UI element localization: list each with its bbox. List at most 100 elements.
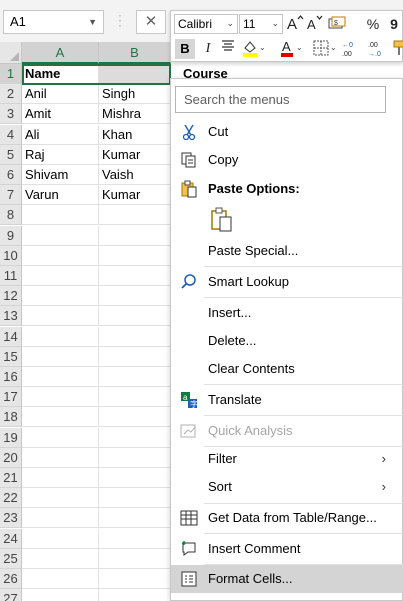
- menu-item-insert-comment[interactable]: Insert Comment: [171, 535, 403, 563]
- row-header-27[interactable]: 27: [0, 589, 22, 601]
- cell-b10[interactable]: [99, 245, 171, 266]
- row-header-25[interactable]: 25: [0, 548, 22, 569]
- cell-a20[interactable]: [22, 447, 99, 468]
- row-header-18[interactable]: 18: [0, 407, 22, 428]
- row-header-22[interactable]: 22: [0, 488, 22, 509]
- row-header-4[interactable]: 4: [0, 124, 22, 145]
- menu-item-format-cells[interactable]: Format Cells...: [171, 565, 403, 593]
- align-center-icon[interactable]: [219, 38, 237, 60]
- row-header-10[interactable]: 10: [0, 245, 22, 266]
- cell-b1[interactable]: [99, 64, 171, 84]
- menu-item-paste-special[interactable]: Paste Special...: [171, 237, 403, 265]
- cell-b4[interactable]: Khan: [99, 124, 171, 145]
- menu-item-smart-lookup[interactable]: Smart Lookup: [171, 268, 403, 296]
- menu-item-clear-contents[interactable]: Clear Contents: [171, 355, 403, 383]
- cell-a22[interactable]: [22, 488, 99, 509]
- font-size-box[interactable]: 11 ⌄: [239, 14, 283, 34]
- row-header-13[interactable]: 13: [0, 306, 22, 327]
- bold-button[interactable]: B: [175, 39, 195, 59]
- cell-a14[interactable]: [22, 326, 99, 347]
- format-painter-icon[interactable]: [393, 38, 403, 60]
- cell-a19[interactable]: [22, 427, 99, 448]
- cell-a1[interactable]: Name: [22, 64, 99, 84]
- cell-b18[interactable]: [99, 407, 171, 428]
- row-header-19[interactable]: 19: [0, 427, 22, 448]
- cell-b23[interactable]: [99, 508, 171, 529]
- menu-item-cut[interactable]: Cut: [171, 118, 403, 146]
- row-header-16[interactable]: 16: [0, 367, 22, 387]
- cell-b7[interactable]: Kumar: [99, 185, 171, 206]
- increase-decimal-icon[interactable]: ←0.00: [341, 38, 367, 60]
- cell-a23[interactable]: [22, 508, 99, 529]
- row-header-1[interactable]: 1: [0, 64, 22, 84]
- decrease-font-size-icon[interactable]: A: [306, 13, 324, 35]
- cell-b25[interactable]: [99, 548, 171, 569]
- row-header-8[interactable]: 8: [0, 205, 22, 226]
- comma-style-button[interactable]: 9: [387, 13, 401, 35]
- column-header-b[interactable]: B: [99, 42, 171, 64]
- percent-style-button[interactable]: %: [366, 13, 380, 35]
- cell-b17[interactable]: [99, 387, 171, 408]
- row-header-2[interactable]: 2: [0, 84, 22, 105]
- cell-b13[interactable]: [99, 306, 171, 327]
- cell-a15[interactable]: [22, 346, 99, 367]
- row-header-14[interactable]: 14: [0, 326, 22, 347]
- row-header-3[interactable]: 3: [0, 104, 22, 125]
- cell-a9[interactable]: [22, 225, 99, 246]
- menu-item-insert[interactable]: Insert...: [171, 299, 403, 327]
- number-format-icon[interactable]: $: [327, 13, 349, 35]
- paste-clipboard-icon[interactable]: [211, 207, 233, 233]
- row-header-21[interactable]: 21: [0, 468, 22, 488]
- cell-a18[interactable]: [22, 407, 99, 428]
- column-header-a[interactable]: A: [22, 42, 99, 64]
- cell-a27[interactable]: [22, 589, 99, 601]
- row-header-7[interactable]: 7: [0, 185, 22, 206]
- cell-a6[interactable]: Shivam: [22, 165, 99, 185]
- font-name-box[interactable]: Calibri ⌄: [174, 14, 238, 34]
- row-header-12[interactable]: 12: [0, 286, 22, 307]
- cell-a8[interactable]: [22, 205, 99, 226]
- cell-b16[interactable]: [99, 367, 171, 387]
- borders-icon[interactable]: ⌄: [312, 38, 338, 60]
- fill-color-icon[interactable]: ⌄: [241, 38, 267, 60]
- cell-b21[interactable]: [99, 468, 171, 488]
- cell-b19[interactable]: [99, 427, 171, 448]
- menu-item-translate[interactable]: a字 Translate: [171, 386, 403, 414]
- cell-a3[interactable]: Amit: [22, 104, 99, 125]
- cancel-button[interactable]: ✕: [136, 10, 166, 34]
- menu-item-filter[interactable]: Filter ›: [171, 445, 403, 473]
- chevron-down-icon[interactable]: ▼: [88, 17, 97, 27]
- cell-a5[interactable]: Raj: [22, 144, 99, 165]
- cell-a12[interactable]: [22, 286, 99, 307]
- row-header-11[interactable]: 11: [0, 266, 22, 286]
- select-all-button[interactable]: [0, 42, 22, 64]
- cell-b6[interactable]: Vaish: [99, 165, 171, 185]
- cell-a2[interactable]: Anil: [22, 84, 99, 105]
- cell-a16[interactable]: [22, 367, 99, 387]
- row-header-26[interactable]: 26: [0, 569, 22, 589]
- menu-search-input[interactable]: Search the menus: [175, 86, 386, 113]
- row-header-17[interactable]: 17: [0, 387, 22, 408]
- cell-b8[interactable]: [99, 205, 171, 226]
- menu-item-get-data[interactable]: Get Data from Table/Range...: [171, 504, 403, 532]
- cell-b2[interactable]: Singh: [99, 84, 171, 105]
- cell-a10[interactable]: [22, 245, 99, 266]
- decrease-decimal-icon[interactable]: .00 →.0: [367, 38, 393, 60]
- row-header-6[interactable]: 6: [0, 165, 22, 185]
- drag-handle-icon[interactable]: · · ·: [118, 9, 122, 31]
- chevron-down-icon[interactable]: ⌄: [226, 18, 234, 29]
- cell-a24[interactable]: [22, 528, 99, 549]
- cell-b9[interactable]: [99, 225, 171, 246]
- increase-font-size-icon[interactable]: A: [286, 13, 304, 35]
- italic-button[interactable]: I: [199, 38, 217, 60]
- cell-a11[interactable]: [22, 266, 99, 286]
- cell-b24[interactable]: [99, 528, 171, 549]
- row-header-20[interactable]: 20: [0, 447, 22, 468]
- menu-item-copy[interactable]: Copy: [171, 146, 403, 174]
- row-header-9[interactable]: 9: [0, 225, 22, 246]
- cell-b15[interactable]: [99, 346, 171, 367]
- cell-b3[interactable]: Mishra: [99, 104, 171, 125]
- row-header-24[interactable]: 24: [0, 528, 22, 549]
- menu-item-sort[interactable]: Sort ›: [171, 473, 403, 501]
- cell-b26[interactable]: [99, 569, 171, 589]
